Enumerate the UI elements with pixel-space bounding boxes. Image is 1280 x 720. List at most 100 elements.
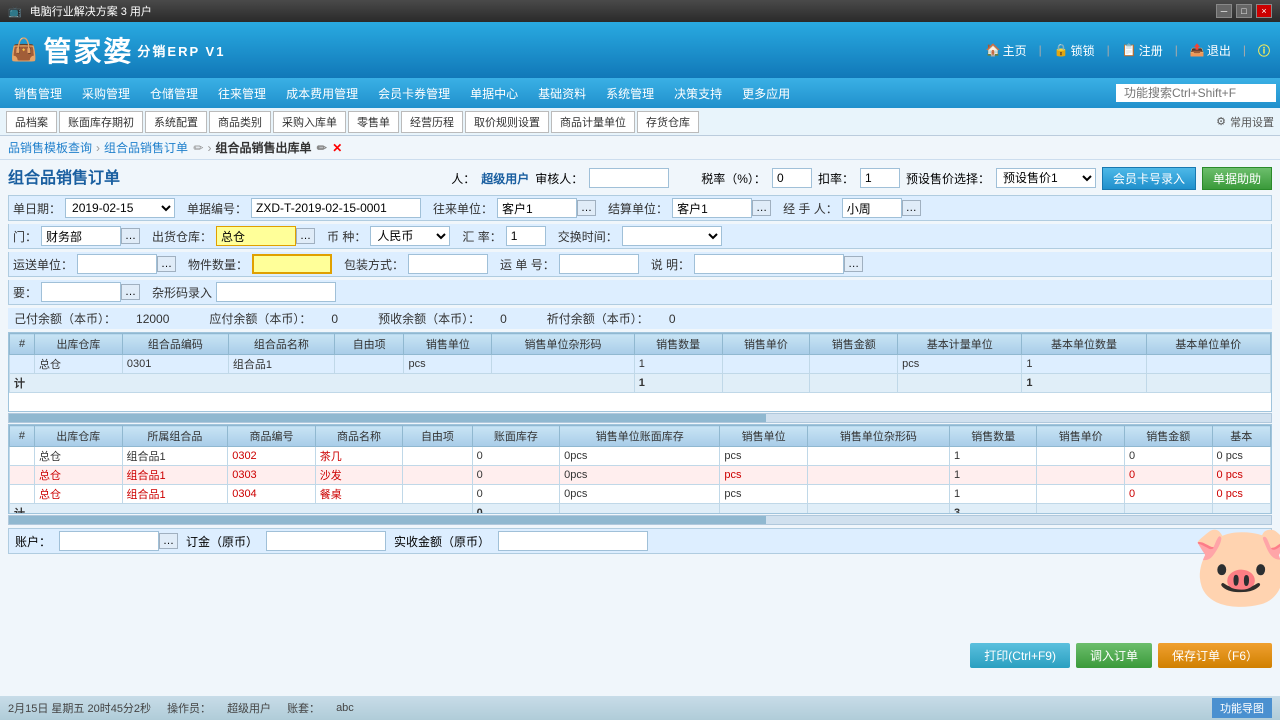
- th-base-qty: 基本单位数量: [1022, 334, 1146, 355]
- nav-dealings[interactable]: 往来管理: [208, 78, 276, 108]
- warehouse-label: 出货仓库：: [152, 228, 212, 245]
- logo-icon: 👜: [10, 37, 39, 63]
- exchange-time-select[interactable]: [622, 226, 722, 246]
- nav-voucher[interactable]: 单据中心: [460, 78, 528, 108]
- maximize-button[interactable]: □: [1236, 4, 1252, 18]
- breadcrumb-close-button[interactable]: ✕: [332, 141, 342, 155]
- table-row[interactable]: 总仓 组合品1 0302 茶几 0 0pcs pcs 1 0 0 pcs: [10, 447, 1271, 466]
- td-total-label: 计: [10, 374, 635, 393]
- register-button[interactable]: 📋 注册: [1122, 42, 1163, 59]
- nav-search-input[interactable]: [1116, 84, 1276, 102]
- toolbar-product-archive[interactable]: 品档案: [6, 111, 57, 133]
- items-input[interactable]: [252, 254, 332, 274]
- toolbar-history[interactable]: 经营历程: [401, 111, 463, 133]
- lock-button[interactable]: 🔒 锁锁: [1054, 42, 1095, 59]
- date-label: 单日期：: [13, 200, 61, 217]
- required-input[interactable]: [41, 282, 121, 302]
- toolbar-config[interactable]: 系统配置: [145, 111, 207, 133]
- toolbar-pricing[interactable]: 取价规则设置: [465, 111, 549, 133]
- import-order-button[interactable]: 调入订单: [1076, 643, 1152, 668]
- help-button[interactable]: 单据助助: [1202, 167, 1272, 190]
- exchange-input[interactable]: [506, 226, 546, 246]
- handler-input[interactable]: [842, 198, 902, 218]
- table2-scrollbar[interactable]: [8, 515, 1272, 525]
- shipping-button[interactable]: …: [157, 256, 176, 272]
- barcode-input[interactable]: [216, 282, 336, 302]
- discount-input[interactable]: [860, 168, 900, 188]
- toolbar-unit[interactable]: 商品计量单位: [551, 111, 635, 133]
- home-button[interactable]: 🏠 主页: [986, 42, 1027, 59]
- toolbar-settings[interactable]: ⚙ 常用设置: [1216, 114, 1274, 130]
- dept-button[interactable]: …: [121, 228, 140, 244]
- exchange-label: 汇 率：: [462, 228, 501, 245]
- shipping-input[interactable]: [77, 254, 157, 274]
- title-bar-text: 电脑行业解决方案 3 用户: [30, 3, 152, 19]
- account-label: 账户：: [15, 533, 51, 550]
- nav-warehouse[interactable]: 仓储管理: [140, 78, 208, 108]
- to-unit-label: 往来单位：: [433, 200, 493, 217]
- settle-input[interactable]: [672, 198, 752, 218]
- table-row[interactable]: 总仓 组合品1 0304 餐桌 0 0pcs pcs 1 0 0 pcs: [10, 485, 1271, 504]
- nav-sales[interactable]: 销售管理: [4, 78, 72, 108]
- nav-basic[interactable]: 基础资料: [528, 78, 596, 108]
- shipping-label: 运送单位：: [13, 256, 73, 273]
- pre-receive-label: 预收余额（本币）：: [378, 310, 480, 327]
- td-base-unit: pcs: [898, 355, 1022, 374]
- nav-cost[interactable]: 成本费用管理: [276, 78, 368, 108]
- preset-price-select[interactable]: 预设售价1: [996, 168, 1096, 188]
- auditor-label: 审核人：: [535, 170, 583, 187]
- warehouse-input[interactable]: [216, 226, 296, 246]
- td-num: [10, 355, 35, 374]
- mascot-image: 🐷: [1192, 526, 1272, 606]
- date-select[interactable]: 2019-02-15: [65, 198, 175, 218]
- logout-button[interactable]: 📤 退出: [1190, 42, 1231, 59]
- order-input[interactable]: [266, 531, 386, 551]
- save-order-button[interactable]: 保存订单（F6）: [1158, 643, 1272, 668]
- settle-button[interactable]: …: [752, 200, 771, 216]
- order-no-input[interactable]: [251, 198, 421, 218]
- dept-input[interactable]: [41, 226, 121, 246]
- currency-select[interactable]: 人民币: [370, 226, 450, 246]
- toolbar-purchase-in[interactable]: 采购入库单: [273, 111, 346, 133]
- close-button[interactable]: ×: [1256, 4, 1272, 18]
- nav-system[interactable]: 系统管理: [596, 78, 664, 108]
- nav-decision[interactable]: 决策支持: [664, 78, 732, 108]
- table-total-row: 计 1 1: [10, 374, 1271, 393]
- nav-purchase[interactable]: 采购管理: [72, 78, 140, 108]
- received-input[interactable]: [498, 531, 648, 551]
- required-button[interactable]: …: [121, 284, 140, 300]
- member-card-button[interactable]: 会员卡号录入: [1102, 167, 1196, 190]
- toolbar-retail[interactable]: 零售单: [348, 111, 399, 133]
- breadcrumb-item-1[interactable]: 组合品销售订单 ✏: [104, 139, 203, 156]
- home-label: 主页: [1003, 42, 1027, 59]
- to-unit-button[interactable]: …: [577, 200, 596, 216]
- shipping-no-input[interactable]: [559, 254, 639, 274]
- info-button[interactable]: ⓘ: [1258, 42, 1270, 59]
- function-map-button[interactable]: 功能导图: [1212, 698, 1272, 718]
- minimize-button[interactable]: －: [1216, 4, 1232, 18]
- toolbar-stock-init[interactable]: 账面库存期初: [59, 111, 143, 133]
- auditor-input[interactable]: [589, 168, 669, 188]
- nav-more[interactable]: 更多应用: [732, 78, 800, 108]
- breadcrumb-item-0[interactable]: 品销售模板查询: [8, 139, 92, 156]
- remark-button[interactable]: …: [844, 256, 863, 272]
- remark-input[interactable]: [694, 254, 844, 274]
- package-input[interactable]: [408, 254, 488, 274]
- table-row[interactable]: 总仓 0301 组合品1 pcs 1 pcs 1: [10, 355, 1271, 374]
- toolbar-warehouse[interactable]: 存货仓库: [637, 111, 699, 133]
- form-row-2: 门： … 出货仓库： … 币 种： 人民币 汇 率： 交换时间：: [8, 224, 1272, 249]
- toolbar-category[interactable]: 商品类别: [209, 111, 271, 133]
- scrollbar-thumb-2: [9, 516, 766, 524]
- tax-input[interactable]: [772, 168, 812, 188]
- warehouse-button[interactable]: …: [296, 228, 315, 244]
- status-account-label: 账套：: [287, 700, 320, 716]
- table-row[interactable]: 总仓 组合品1 0303 沙发 0 0pcs pcs 1 0 0 pcs: [10, 466, 1271, 485]
- handler-button[interactable]: …: [902, 200, 921, 216]
- th-combo-name: 组合品名称: [228, 334, 334, 355]
- to-unit-input[interactable]: [497, 198, 577, 218]
- table1-scrollbar[interactable]: [8, 413, 1272, 423]
- nav-member[interactable]: 会员卡券管理: [368, 78, 460, 108]
- account-input[interactable]: [59, 531, 159, 551]
- account-button[interactable]: …: [159, 533, 178, 549]
- print-button[interactable]: 打印(Ctrl+F9): [970, 643, 1070, 668]
